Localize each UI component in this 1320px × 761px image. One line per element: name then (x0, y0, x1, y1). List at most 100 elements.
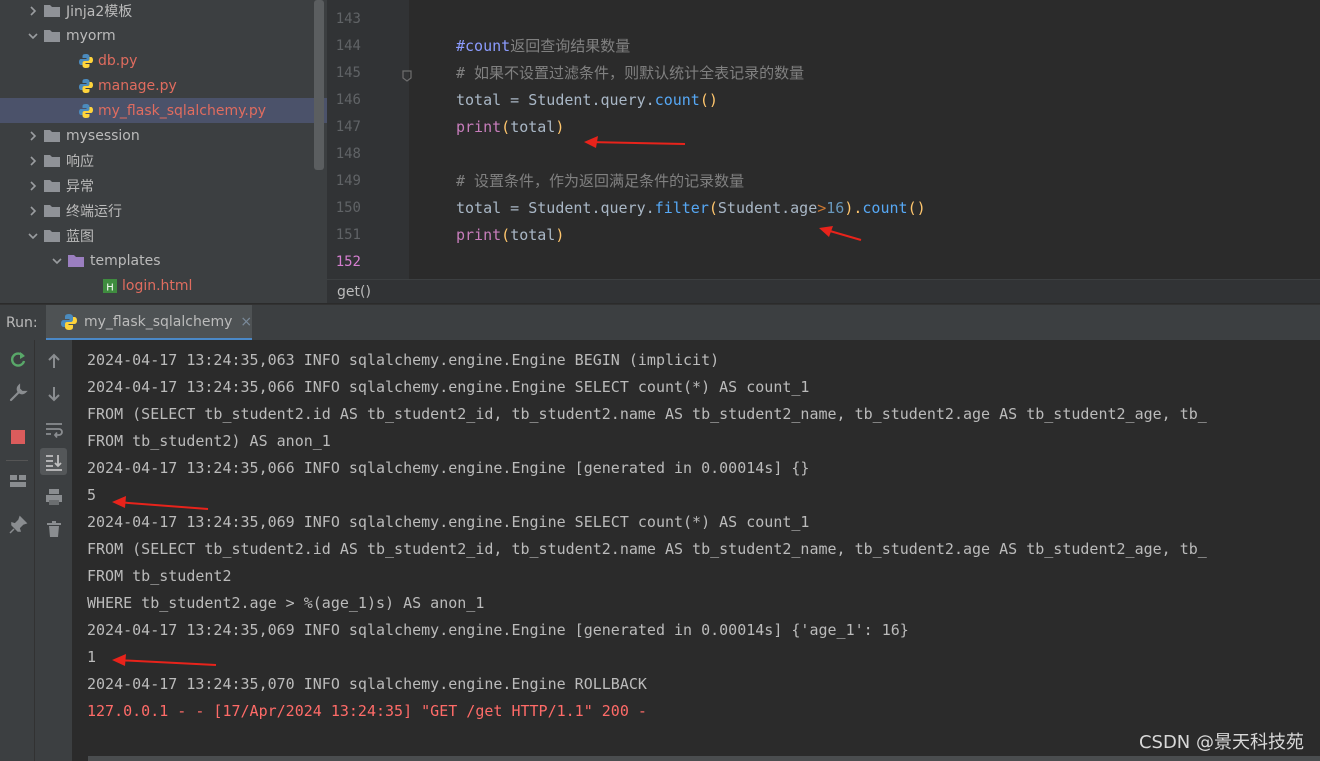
code-token: > (817, 199, 827, 217)
line-number: 149 (335, 173, 361, 189)
code-token: print (456, 118, 502, 136)
tree-item-folder[interactable]: 蓝图 (0, 223, 314, 248)
code-token: count (862, 199, 908, 217)
code-token: () (907, 199, 926, 217)
console-line: 2024-04-17 13:24:35,070 INFO sqlalchemy.… (87, 675, 647, 693)
tree-item-label: 蓝图 (66, 228, 94, 245)
stop-icon[interactable] (8, 427, 28, 447)
python-file-icon (78, 78, 94, 94)
tree-item-folder[interactable]: 终端运行 (0, 198, 314, 223)
console-line: 2024-04-17 13:24:35,066 INFO sqlalchemy.… (87, 378, 810, 396)
chevron-right-icon[interactable] (26, 4, 40, 18)
tree-item-label: db.py (98, 52, 138, 69)
tree-item-label: mysession (66, 127, 140, 144)
run-toolwindow-header: Run: my_flask_sqlalchemy × (0, 304, 1320, 341)
project-tree: Jinja2模板 myorm db.py manage.py my_flask_sqla… (0, 0, 327, 303)
code-token: ( (501, 226, 511, 244)
code-token: 16 (826, 199, 845, 217)
console-line: 1 (87, 648, 97, 666)
code-token: ). (844, 199, 863, 217)
soft-wrap-icon[interactable] (44, 419, 64, 439)
tree-item-folder[interactable]: 异常 (0, 173, 314, 198)
code-token: # 如果不设置过滤条件，则默认统计全表记录的数量 (456, 64, 805, 82)
chevron-down-icon[interactable] (26, 29, 40, 43)
console-line: FROM tb_student2) AS anon_1 (87, 432, 331, 450)
annotation-arrow-icon (112, 654, 217, 666)
folder-icon (44, 129, 60, 142)
project-tree-scrollbar[interactable] (314, 0, 324, 170)
folder-icon (44, 204, 60, 217)
line-number: 146 (335, 92, 361, 108)
line-number: 147 (335, 119, 361, 135)
html-file-icon: H (102, 278, 118, 294)
chevron-right-icon[interactable] (26, 129, 40, 143)
annotation-arrow-icon (584, 136, 686, 148)
run-console-output[interactable]: 2024-04-17 13:24:35,063 INFO sqlalchemy.… (72, 340, 1320, 761)
code-token: ) (555, 118, 565, 136)
print-icon[interactable] (44, 487, 64, 507)
tree-item-label: 异常 (66, 178, 94, 195)
chevron-down-icon[interactable] (26, 229, 40, 243)
code-token: Student.age (717, 199, 818, 217)
layout-icon[interactable] (8, 471, 28, 491)
run-tab-my-flask-sqlalchemy[interactable]: my_flask_sqlalchemy × (46, 305, 252, 341)
folder-icon (44, 179, 60, 192)
code-token: #count (456, 37, 511, 55)
pin-icon[interactable] (8, 515, 28, 535)
chevron-right-icon[interactable] (26, 204, 40, 218)
code-token: ( (501, 118, 511, 136)
chevron-right-icon[interactable] (26, 154, 40, 168)
code-token: # 设置条件，作为返回满足条件的记录数量 (456, 172, 745, 190)
tree-item-folder[interactable]: 响应 (0, 148, 314, 173)
python-file-icon (78, 103, 94, 119)
fold-marker-icon[interactable] (402, 67, 412, 82)
code-token: total (510, 226, 556, 244)
arrow-up-icon[interactable] (44, 351, 64, 371)
python-file-icon (78, 53, 94, 69)
chevron-down-icon[interactable] (50, 254, 64, 268)
tree-item-label: templates (90, 252, 161, 269)
line-number: 148 (335, 146, 361, 162)
code-token: total = Student.query. (456, 91, 655, 109)
tree-item-folder[interactable]: templates (0, 248, 314, 273)
close-icon[interactable]: × (240, 314, 252, 330)
console-line: FROM (SELECT tb_student2.id AS tb_studen… (87, 540, 1207, 558)
run-label: Run: (6, 315, 38, 331)
breadcrumb-item-get[interactable]: get() (337, 284, 371, 300)
folder-icon (44, 29, 60, 42)
tree-item-py[interactable]: db.py (0, 48, 314, 73)
console-line: 2024-04-17 13:24:35,066 INFO sqlalchemy.… (87, 459, 810, 477)
code-line: #count返回查询结果数量 (456, 33, 630, 60)
console-horizontal-scrollbar[interactable] (88, 756, 1320, 761)
arrow-down-icon[interactable] (44, 384, 64, 404)
code-token: total (510, 118, 556, 136)
wrench-icon[interactable] (8, 383, 28, 403)
chevron-right-icon[interactable] (26, 179, 40, 193)
code-line: total = Student.query.filter(Student.age… (456, 195, 926, 222)
console-line: FROM (SELECT tb_student2.id AS tb_studen… (87, 405, 1207, 423)
trash-icon[interactable] (44, 519, 64, 539)
tree-item-html[interactable]: Hlogin.html (0, 273, 314, 298)
folder-icon (44, 229, 60, 242)
tree-item-label: 响应 (66, 153, 94, 170)
code-line: # 如果不设置过滤条件，则默认统计全表记录的数量 (456, 60, 804, 87)
line-number: 145 (335, 65, 361, 81)
code-token: count (654, 91, 700, 109)
tree-item-folder[interactable]: Jinja2模板 (0, 0, 314, 23)
code-token: ( (708, 199, 718, 217)
tree-item-folder[interactable]: mysession (0, 123, 314, 148)
console-line: 2024-04-17 13:24:35,069 INFO sqlalchemy.… (87, 621, 909, 639)
line-number: 143 (335, 11, 361, 27)
scroll-to-end-toggle[interactable] (40, 448, 67, 475)
tree-item-py[interactable]: manage.py (0, 73, 314, 98)
tree-item-label: Jinja2模板 (66, 3, 133, 20)
python-file-icon (60, 313, 78, 331)
watermark-text: CSDN @景天科技苑 (1138, 732, 1304, 753)
console-line: WHERE tb_student2.age > %(age_1)s) AS an… (87, 594, 485, 612)
tree-item-py[interactable]: my_flask_sqlalchemy.py (0, 98, 327, 123)
line-number: 151 (335, 227, 361, 243)
rerun-icon[interactable] (8, 350, 28, 370)
tree-item-label: manage.py (98, 77, 177, 94)
editor-breadcrumb[interactable]: get() (327, 279, 1320, 303)
tree-item-folder[interactable]: myorm (0, 23, 314, 48)
